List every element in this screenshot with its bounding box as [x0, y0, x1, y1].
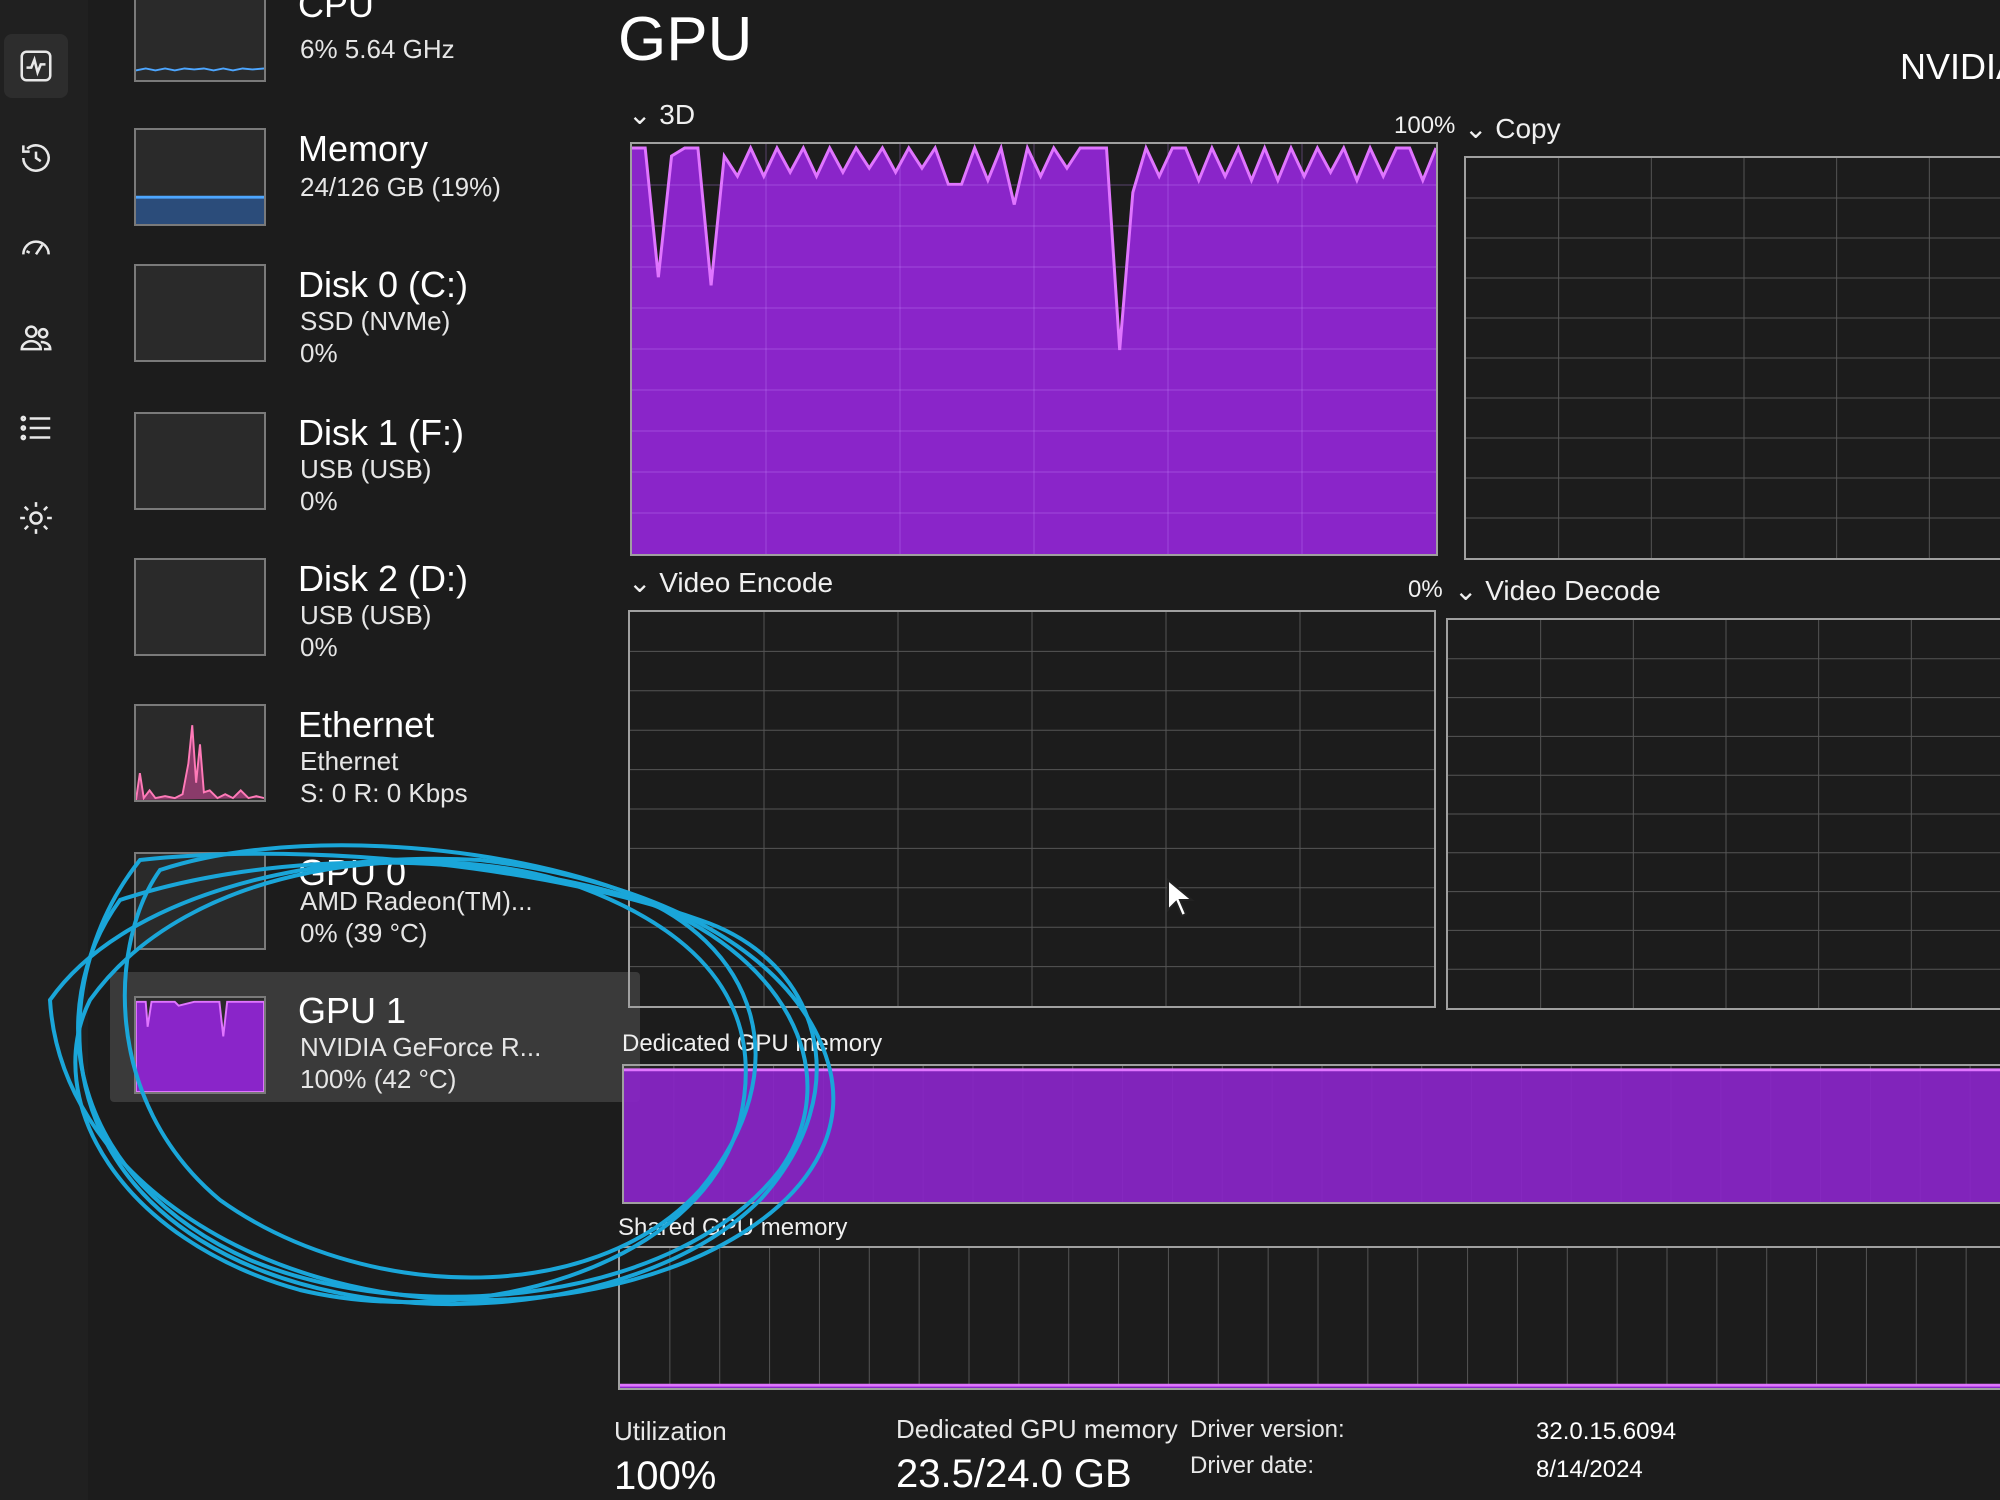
engine-video-decode-selector[interactable]: ⌄ Video Decode: [1454, 574, 1661, 607]
device-memory[interactable]: Memory 24/126 GB (19%): [110, 114, 640, 244]
engine-copy-selector[interactable]: ⌄ Copy: [1464, 112, 1561, 145]
device-detail: 24/126 GB (19%): [300, 172, 501, 202]
mouse-pointer-icon: [1166, 877, 1196, 925]
startup-apps-icon[interactable]: [4, 216, 68, 280]
device-disk-0[interactable]: Disk 0 (C:) SSD (NVMe) 0%: [110, 250, 640, 380]
device-name: Disk 2 (D:): [298, 558, 468, 599]
memory-thumbnail: [134, 128, 266, 226]
graph-grid: [669, 1248, 1967, 1388]
device-name: CPU: [298, 0, 375, 25]
engine-video-encode-max: 0%: [1408, 576, 1443, 603]
device-detail: 6% 5.64 GHz: [300, 34, 455, 64]
device-detail: Ethernet: [300, 746, 399, 776]
device-ethernet[interactable]: Ethernet Ethernet S: 0 R: 0 Kbps: [110, 690, 640, 820]
driver-version-value: 32.0.15.6094: [1536, 1418, 1677, 1445]
device-usage: 0%: [300, 338, 338, 368]
device-name: Memory: [298, 128, 429, 169]
shared-memory-graph: [618, 1246, 2000, 1390]
device-usage: 0%: [300, 632, 338, 662]
performance-icon[interactable]: [4, 34, 68, 98]
device-usage: S: 0 R: 0 Kbps: [300, 778, 468, 808]
chevron-down-icon: ⌄: [628, 99, 660, 130]
dedicated-memory-stat-value: 23.5/24.0 GB: [896, 1452, 1132, 1496]
chevron-down-icon: ⌄: [628, 567, 660, 598]
device-disk-1[interactable]: Disk 1 (F:) USB (USB) 0%: [110, 398, 640, 528]
engine-3d-selector[interactable]: ⌄ 3D: [628, 98, 695, 131]
driver-date-label: Driver date:: [1190, 1452, 1315, 1479]
navigation-rail: [0, 0, 88, 1500]
driver-date-value: 8/14/2024: [1536, 1456, 1643, 1483]
device-detail: SSD (NVMe): [300, 306, 451, 336]
engine-label: 3D: [659, 99, 696, 130]
device-name: Disk 1 (F:): [298, 412, 464, 453]
device-detail: USB (USB): [300, 454, 432, 484]
device-list: CPU 6% 5.64 GHz Memory 24/126 GB (19%) D…: [88, 0, 640, 1500]
engine-video-encode-selector[interactable]: ⌄ Video Encode: [628, 566, 833, 599]
device-gpu-0[interactable]: GPU 0 AMD Radeon(TM)... 0% (39 °C): [110, 838, 640, 968]
device-usage: 0% (39 °C): [300, 918, 428, 948]
device-name: GPU 1: [298, 990, 407, 1031]
engine-label: Copy: [1495, 113, 1561, 144]
engine-video-encode-graph: [628, 610, 1436, 1008]
driver-version-label: Driver version:: [1190, 1416, 1345, 1443]
dedicated-memory-graph: [622, 1064, 2000, 1204]
graph-grid: [1466, 158, 2000, 558]
dedicated-memory-label: Dedicated GPU memory: [622, 1030, 883, 1057]
engine-label: Video Encode: [659, 567, 834, 598]
gpu-thumbnail: [134, 852, 266, 950]
disk-thumbnail: [134, 264, 266, 362]
engine-copy-graph: [1464, 156, 2000, 560]
chevron-down-icon: ⌄: [1454, 575, 1486, 606]
utilization-label: Utilization: [614, 1416, 727, 1446]
graph-grid: [1448, 620, 2000, 1008]
device-name: Disk 0 (C:): [298, 264, 468, 305]
device-detail: USB (USB): [300, 600, 432, 630]
device-detail: AMD Radeon(TM)...: [300, 886, 533, 916]
disk-thumbnail: [134, 412, 266, 510]
device-usage: 0%: [300, 486, 338, 516]
gpu-thumbnail: [134, 996, 266, 1094]
graph-grid: [630, 612, 1434, 1006]
users-icon[interactable]: [4, 306, 68, 370]
engine-3d-graph: [630, 142, 1438, 556]
disk-thumbnail: [134, 558, 266, 656]
device-disk-2[interactable]: Disk 2 (D:) USB (USB) 0%: [110, 544, 640, 674]
services-icon[interactable]: [4, 486, 68, 550]
engine-3d-usage-chart: [632, 144, 1436, 554]
cpu-thumbnail: [134, 0, 266, 82]
device-name: Ethernet: [298, 704, 435, 745]
details-icon[interactable]: [4, 396, 68, 460]
shared-memory-label: Shared GPU memory: [618, 1214, 848, 1241]
engine-3d-max: 100%: [1394, 112, 1456, 139]
device-usage: 100% (42 °C): [300, 1064, 457, 1094]
engine-label: Video Decode: [1485, 575, 1661, 606]
page-title: GPU: [618, 5, 753, 74]
app-history-icon[interactable]: [4, 126, 68, 190]
device-detail: NVIDIA GeForce R...: [300, 1032, 542, 1062]
engine-video-decode-graph: [1446, 618, 2000, 1010]
device-cpu[interactable]: CPU 6% 5.64 GHz: [110, 0, 640, 100]
dedicated-memory-fill: [624, 1068, 2000, 1202]
chevron-down-icon: ⌄: [1464, 113, 1496, 144]
device-gpu-1[interactable]: GPU 1 NVIDIA GeForce R... 100% (42 °C): [110, 972, 640, 1102]
utilization-value: 100%: [614, 1454, 717, 1498]
gpu-detail-panel: GPU NVIDIA ⌄ 3D 100% ⌄ Copy ⌄ Video Enco…: [588, 0, 2000, 1500]
dedicated-memory-stat-label: Dedicated GPU memory: [896, 1414, 1178, 1444]
gpu-model-name: NVIDIA: [1900, 46, 2000, 87]
ethernet-thumbnail: [134, 704, 266, 802]
